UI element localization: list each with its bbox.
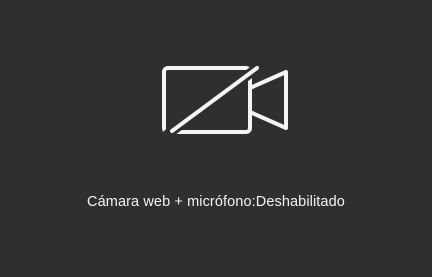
camera-status-label: Cámara web + micrófono:Deshabilitado [87, 194, 345, 210]
disabled-slash-line [170, 66, 259, 133]
camera-lens-shape [249, 70, 288, 130]
camera-disabled-panel: Cámara web + micrófono:Deshabilitado [0, 0, 432, 277]
video-camera-off-svg [162, 61, 288, 139]
video-camera-off-icon [162, 61, 290, 139]
